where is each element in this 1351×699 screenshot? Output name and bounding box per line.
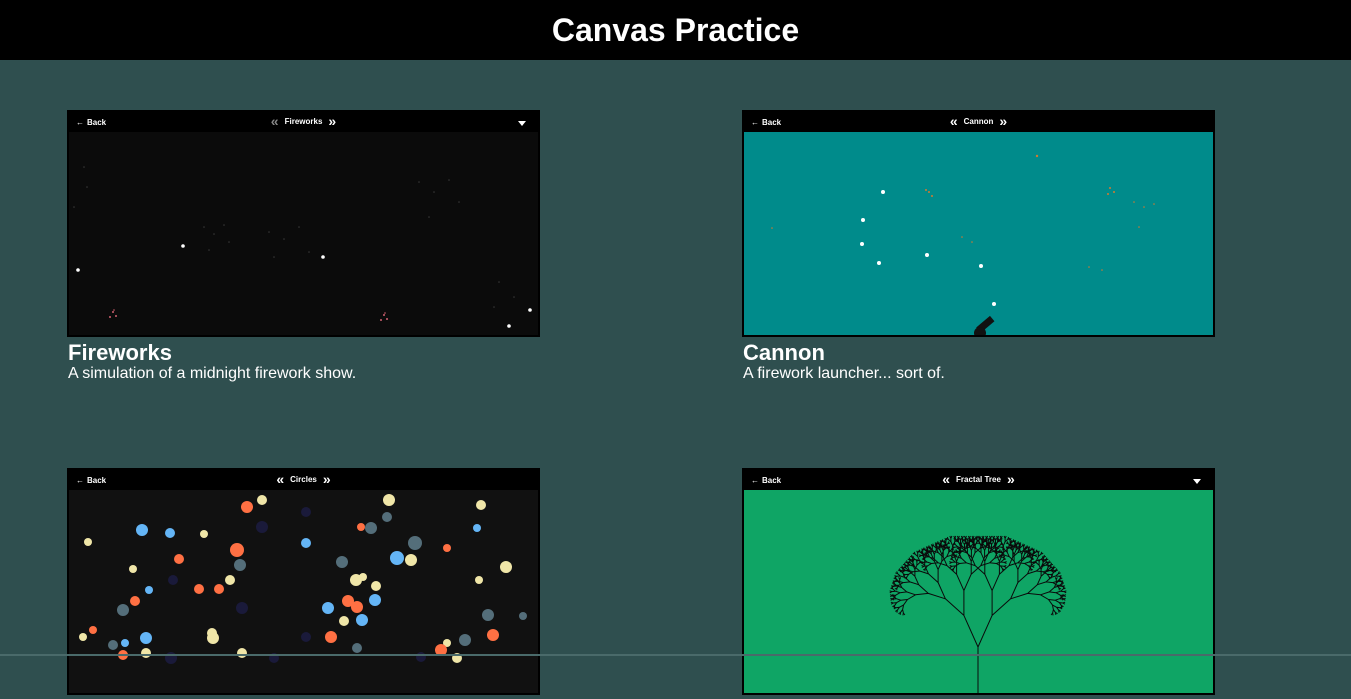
firework-burst [109, 309, 388, 321]
card-title: Cannon [743, 340, 825, 365]
demo-name-label: Circles [290, 474, 317, 484]
demo-toolbar: ← Back « Fractal Tree » [744, 470, 1213, 490]
demo-card-fractal-tree[interactable]: ← Back « Fractal Tree » [742, 468, 1215, 699]
page-title: Canvas Practice [551, 11, 800, 48]
caret-down-icon[interactable] [518, 121, 526, 126]
cannon-projectiles [860, 190, 996, 306]
firework-sparks [73, 166, 515, 308]
next-demo-icon[interactable]: » [999, 114, 1007, 128]
fractal-tree [889, 535, 1067, 693]
demo-name-label: Fireworks [284, 116, 323, 126]
next-demo-icon[interactable]: » [323, 472, 331, 486]
firework-rocket [181, 244, 185, 248]
card-description: A simulation of a midnight firework show… [68, 365, 357, 382]
firework-rocket [507, 324, 511, 328]
demo-toolbar: ← Back « Circles » [69, 470, 538, 490]
fireworks-canvas[interactable] [69, 132, 538, 335]
fractal-tree-canvas[interactable] [744, 490, 1213, 693]
firework-rocket [528, 308, 532, 312]
cannon-canvas[interactable] [744, 132, 1213, 335]
next-demo-icon[interactable]: » [328, 114, 336, 128]
site-header: Canvas Practice [0, 0, 1351, 60]
card-title: Fireworks [68, 340, 172, 365]
demo-preview-cannon[interactable]: ← Back « Cannon » [742, 110, 1215, 337]
demo-preview-circles[interactable]: ← Back « Circles » [67, 468, 540, 695]
demo-toolbar: ← Back « Cannon » [744, 112, 1213, 132]
firework-rocket [321, 255, 325, 259]
cannon-sparks [771, 154, 1155, 271]
bouncing-circles [79, 494, 527, 664]
demo-toolbar: ← Back « Fireworks » [69, 112, 538, 132]
demo-card-circles[interactable]: ← Back « Circles » [67, 468, 540, 699]
prev-demo-icon[interactable]: « [950, 114, 958, 128]
demo-name-label: Fractal Tree [956, 474, 1001, 484]
cannon-icon [974, 315, 995, 335]
demo-preview-fractal-tree[interactable]: ← Back « Fractal Tree » [742, 468, 1215, 695]
demo-card-cannon[interactable]: ← Back « Cannon » Cannon A firework laun… [742, 110, 1215, 383]
firework-rocket [76, 268, 80, 272]
tree-branches [889, 535, 1067, 693]
prev-demo-icon[interactable]: « [271, 114, 279, 128]
caret-down-icon[interactable] [1193, 479, 1201, 484]
prev-demo-icon[interactable]: « [942, 472, 950, 486]
demo-preview-fireworks[interactable]: ← Back « Fireworks » [67, 110, 540, 337]
prev-demo-icon[interactable]: « [276, 472, 284, 486]
circles-canvas[interactable] [69, 490, 538, 693]
demo-name-label: Cannon [963, 116, 994, 126]
next-demo-icon[interactable]: » [1007, 472, 1015, 486]
demo-card-fireworks[interactable]: ← Back « Fireworks » Fireworks A simulat… [67, 110, 540, 383]
card-description: A firework launcher... sort of. [743, 365, 945, 382]
